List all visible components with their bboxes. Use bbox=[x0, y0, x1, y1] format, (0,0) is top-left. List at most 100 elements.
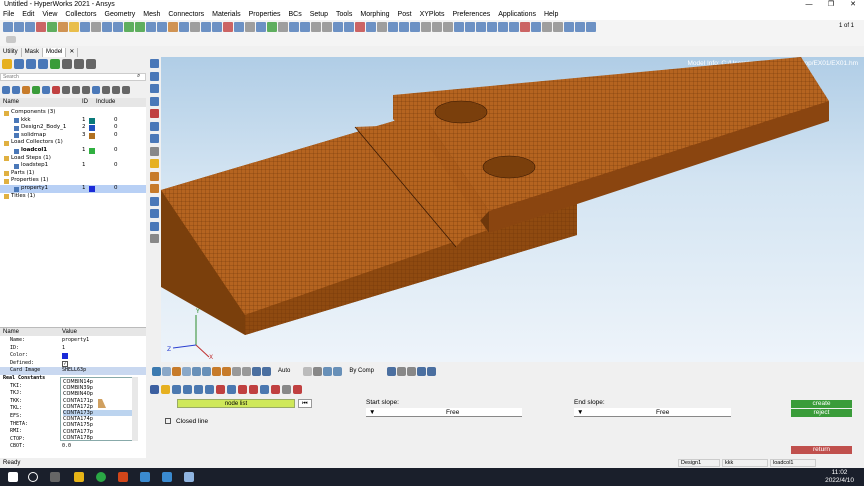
checkbox-icon[interactable] bbox=[165, 418, 171, 425]
node-list-selector[interactable]: node list bbox=[177, 399, 295, 408]
toolbar-tool-icon[interactable] bbox=[3, 21, 13, 32]
filter-tool-icon[interactable] bbox=[52, 86, 60, 94]
toolbar-tool-icon[interactable] bbox=[498, 21, 508, 32]
toolbar-tool-icon[interactable] bbox=[322, 21, 332, 32]
prop-row[interactable]: Name: property1 bbox=[0, 337, 146, 345]
view-icon[interactable] bbox=[387, 366, 397, 376]
toolbar-tool-icon[interactable] bbox=[520, 21, 530, 32]
tree-item[interactable]: property1 1 0 bbox=[0, 185, 146, 193]
toolbar-tool-icon[interactable] bbox=[454, 21, 464, 32]
vertical-tool-icon[interactable] bbox=[150, 59, 159, 68]
vertical-tool-icon[interactable] bbox=[150, 84, 159, 93]
toolbar-tool-icon[interactable] bbox=[245, 21, 255, 32]
tree-item[interactable]: loadcol1 1 0 bbox=[0, 147, 146, 155]
view-icon[interactable] bbox=[162, 366, 171, 376]
menu-item-post[interactable]: Post bbox=[398, 10, 412, 20]
toolbar-tool-icon[interactable] bbox=[476, 21, 486, 32]
color-swatch[interactable] bbox=[89, 148, 95, 154]
panel-tool-icon[interactable] bbox=[271, 385, 280, 394]
view-icon[interactable] bbox=[417, 366, 427, 376]
vertical-tool-icon[interactable] bbox=[150, 71, 159, 81]
browser-tool-icon[interactable] bbox=[38, 59, 48, 69]
browser-tool-icon[interactable] bbox=[2, 59, 12, 69]
panel-tool-icon[interactable] bbox=[172, 385, 181, 394]
reject-button[interactable]: reject bbox=[791, 409, 852, 417]
view-icon[interactable] bbox=[212, 366, 221, 376]
card-image-dropdown[interactable]: COMBIN14p COMBIN39p COMBIN40p CONTA171p CONT… bbox=[60, 377, 136, 441]
tab-mask[interactable]: Mask bbox=[22, 48, 44, 57]
start-slope-select[interactable]: ▼ Free bbox=[366, 408, 522, 417]
vertical-tool-icon[interactable] bbox=[150, 234, 159, 243]
browser-tool-icon[interactable] bbox=[62, 59, 72, 69]
vertical-tool-icon[interactable] bbox=[150, 146, 159, 156]
toolbar-tool-icon[interactable] bbox=[25, 21, 35, 32]
color-swatch[interactable] bbox=[89, 186, 95, 192]
vertical-tool-icon[interactable] bbox=[150, 134, 159, 143]
prop-row[interactable]: ID: 1 bbox=[0, 345, 146, 353]
filter-tool-icon[interactable] bbox=[72, 86, 80, 94]
toolbar-tool-icon[interactable] bbox=[190, 21, 200, 32]
app-icon[interactable] bbox=[162, 472, 172, 482]
toolbar-tool-icon[interactable] bbox=[135, 21, 145, 32]
prop-row[interactable]: CBOT: 0.0 bbox=[0, 443, 146, 451]
toolbar-tool-icon[interactable] bbox=[36, 21, 46, 32]
menu-item-connectors[interactable]: Connectors bbox=[168, 10, 204, 20]
filter-tool-icon[interactable] bbox=[62, 86, 70, 94]
view-icon[interactable] bbox=[252, 366, 261, 376]
browser-tool-icon[interactable] bbox=[50, 59, 60, 69]
menu-item-applications[interactable]: Applications bbox=[498, 10, 536, 20]
tree-item[interactable]: Load Steps (1) bbox=[0, 155, 146, 163]
toolbar-tool-icon[interactable] bbox=[69, 21, 79, 32]
end-slope-select[interactable]: ▼ Free bbox=[574, 408, 731, 417]
browser-tool-icon[interactable] bbox=[74, 59, 84, 69]
maximize-icon[interactable]: ❐ bbox=[820, 0, 842, 10]
vertical-tool-icon[interactable] bbox=[150, 121, 159, 131]
menu-item-mesh[interactable]: Mesh bbox=[143, 10, 160, 20]
col-name[interactable]: Name bbox=[3, 98, 19, 107]
toolbar-tool-icon[interactable] bbox=[267, 21, 277, 32]
prop-row[interactable]: Card Image SHELL63p bbox=[0, 367, 146, 375]
panel-tool-icon[interactable] bbox=[282, 385, 291, 394]
filter-tool-icon[interactable] bbox=[2, 86, 10, 94]
vertical-tool-icon[interactable] bbox=[150, 221, 159, 231]
view-icon[interactable] bbox=[313, 366, 323, 376]
panel-tool-icon[interactable] bbox=[194, 385, 203, 394]
view-icon[interactable] bbox=[202, 366, 211, 376]
panel-tool-icon[interactable] bbox=[216, 385, 225, 394]
menu-item-setup[interactable]: Setup bbox=[310, 10, 328, 20]
vertical-tool-icon[interactable] bbox=[150, 159, 159, 168]
vertical-tool-icon[interactable] bbox=[150, 209, 159, 218]
menu-item-geometry[interactable]: Geometry bbox=[105, 10, 136, 20]
toolbar-tool-icon[interactable] bbox=[366, 21, 376, 32]
toolbar-tool-icon[interactable] bbox=[575, 21, 585, 32]
view-icon[interactable] bbox=[232, 366, 241, 376]
toolbar-tool-icon[interactable] bbox=[300, 21, 310, 32]
filter-tool-icon[interactable] bbox=[122, 86, 130, 94]
menu-item-view[interactable]: View bbox=[42, 10, 57, 20]
file-explorer-icon[interactable] bbox=[74, 472, 84, 482]
menu-item-materials[interactable]: Materials bbox=[212, 10, 240, 20]
filter-tool-icon[interactable] bbox=[102, 86, 110, 94]
toolbar-tool-icon[interactable] bbox=[410, 21, 420, 32]
panel-tool-icon[interactable] bbox=[150, 385, 159, 394]
toolbar-tool-icon[interactable] bbox=[102, 21, 112, 32]
toolbar-tool-icon[interactable] bbox=[355, 21, 365, 32]
toolbar-tool-icon[interactable] bbox=[586, 21, 596, 32]
panel-tool-icon[interactable] bbox=[205, 385, 214, 394]
toolbar-tool-icon[interactable] bbox=[278, 21, 288, 32]
view-icon[interactable] bbox=[323, 366, 333, 376]
toolbar-tool-icon[interactable] bbox=[553, 21, 563, 32]
tree-item[interactable]: Titles (1) bbox=[0, 193, 146, 201]
panel-tool-icon[interactable] bbox=[260, 385, 269, 394]
panel-tool-icon[interactable] bbox=[227, 385, 236, 394]
vertical-tool-icon[interactable] bbox=[150, 109, 159, 118]
toolbar-tool-icon[interactable] bbox=[58, 21, 68, 32]
reset-icon[interactable]: ⏮ bbox=[298, 399, 312, 408]
filter-tool-icon[interactable] bbox=[112, 86, 120, 94]
tab-utility[interactable]: Utility bbox=[0, 48, 22, 57]
menu-item-morphing[interactable]: Morphing bbox=[360, 10, 389, 20]
toolbar-tool-icon[interactable] bbox=[432, 21, 442, 32]
color-swatch[interactable] bbox=[89, 125, 95, 132]
col-include[interactable]: Include bbox=[96, 98, 115, 107]
toolbar-tool-icon[interactable] bbox=[465, 21, 475, 32]
